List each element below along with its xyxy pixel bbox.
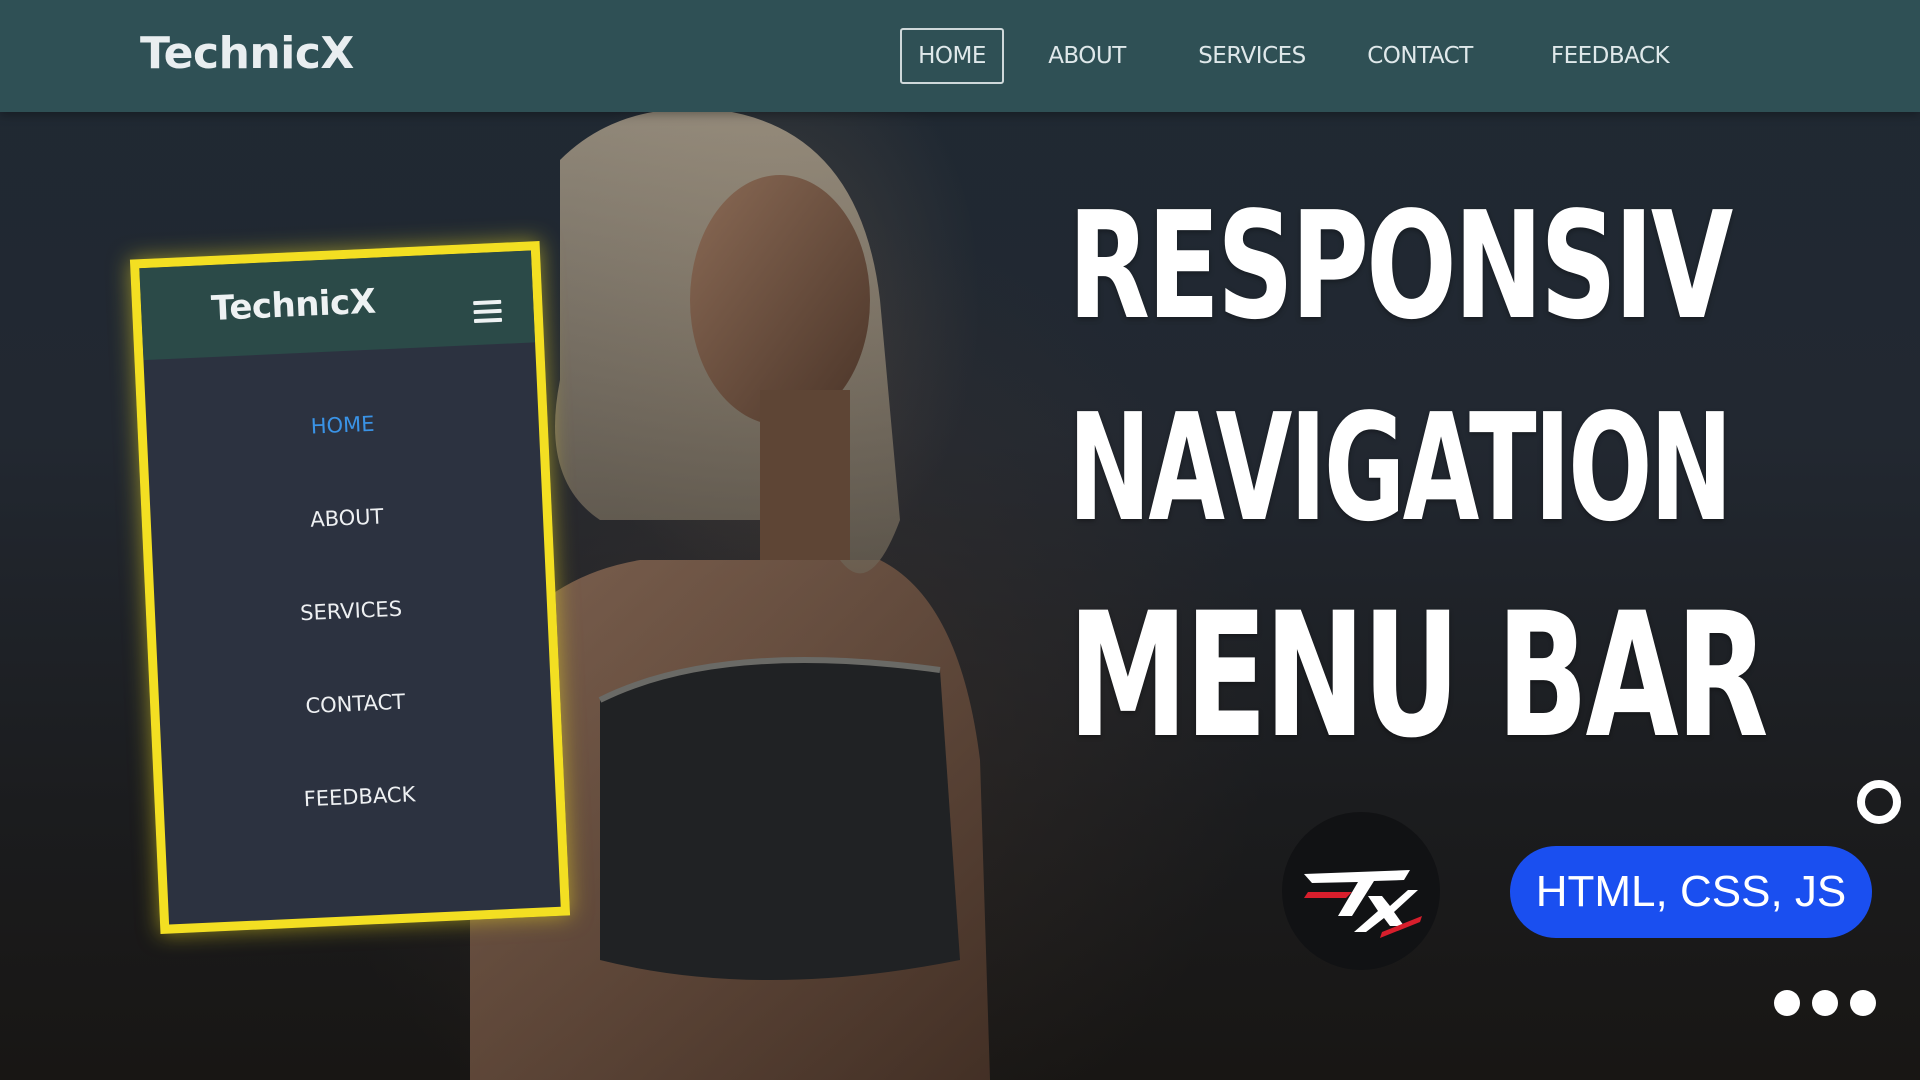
mobile-brand-text: TechnicX	[210, 281, 377, 329]
mobile-menu-item-contact[interactable]: CONTACT	[159, 683, 552, 725]
nav-link-about[interactable]: ABOUT	[1032, 28, 1142, 84]
brand-logo-text[interactable]: TechnicX	[140, 28, 354, 79]
headline-line-2: NAVIGATION	[1068, 382, 1733, 554]
nav-link-contact[interactable]: CONTACT	[1350, 28, 1490, 84]
mobile-menu-item-about[interactable]: ABOUT	[151, 497, 544, 539]
headline-line-1: RESPONSIV	[1068, 180, 1733, 352]
tx-logo-icon	[1282, 812, 1440, 970]
tech-stack-badge: HTML, CSS, JS	[1510, 846, 1872, 938]
mobile-menu-preview: TechnicX HOME ABOUT SERVICES CONTACT FEE…	[129, 241, 571, 934]
mobile-menu-item-home[interactable]: HOME	[146, 404, 539, 446]
mobile-menu-item-feedback[interactable]: FEEDBACK	[163, 776, 556, 818]
headline-line-3: MENU BAR	[1068, 575, 1769, 776]
nav-link-feedback[interactable]: FEEDBACK	[1530, 28, 1690, 84]
top-navbar: TechnicX HOME ABOUT SERVICES CONTACT FEE…	[0, 0, 1920, 112]
ring-icon	[1857, 780, 1901, 824]
nav-link-services[interactable]: SERVICES	[1182, 28, 1322, 84]
nav-link-home[interactable]: HOME	[900, 28, 1004, 84]
mobile-navbar: TechnicX	[139, 250, 536, 361]
more-dots-icon	[1774, 990, 1880, 1018]
hamburger-icon[interactable]	[473, 299, 503, 327]
mobile-menu-item-services[interactable]: SERVICES	[155, 590, 548, 632]
